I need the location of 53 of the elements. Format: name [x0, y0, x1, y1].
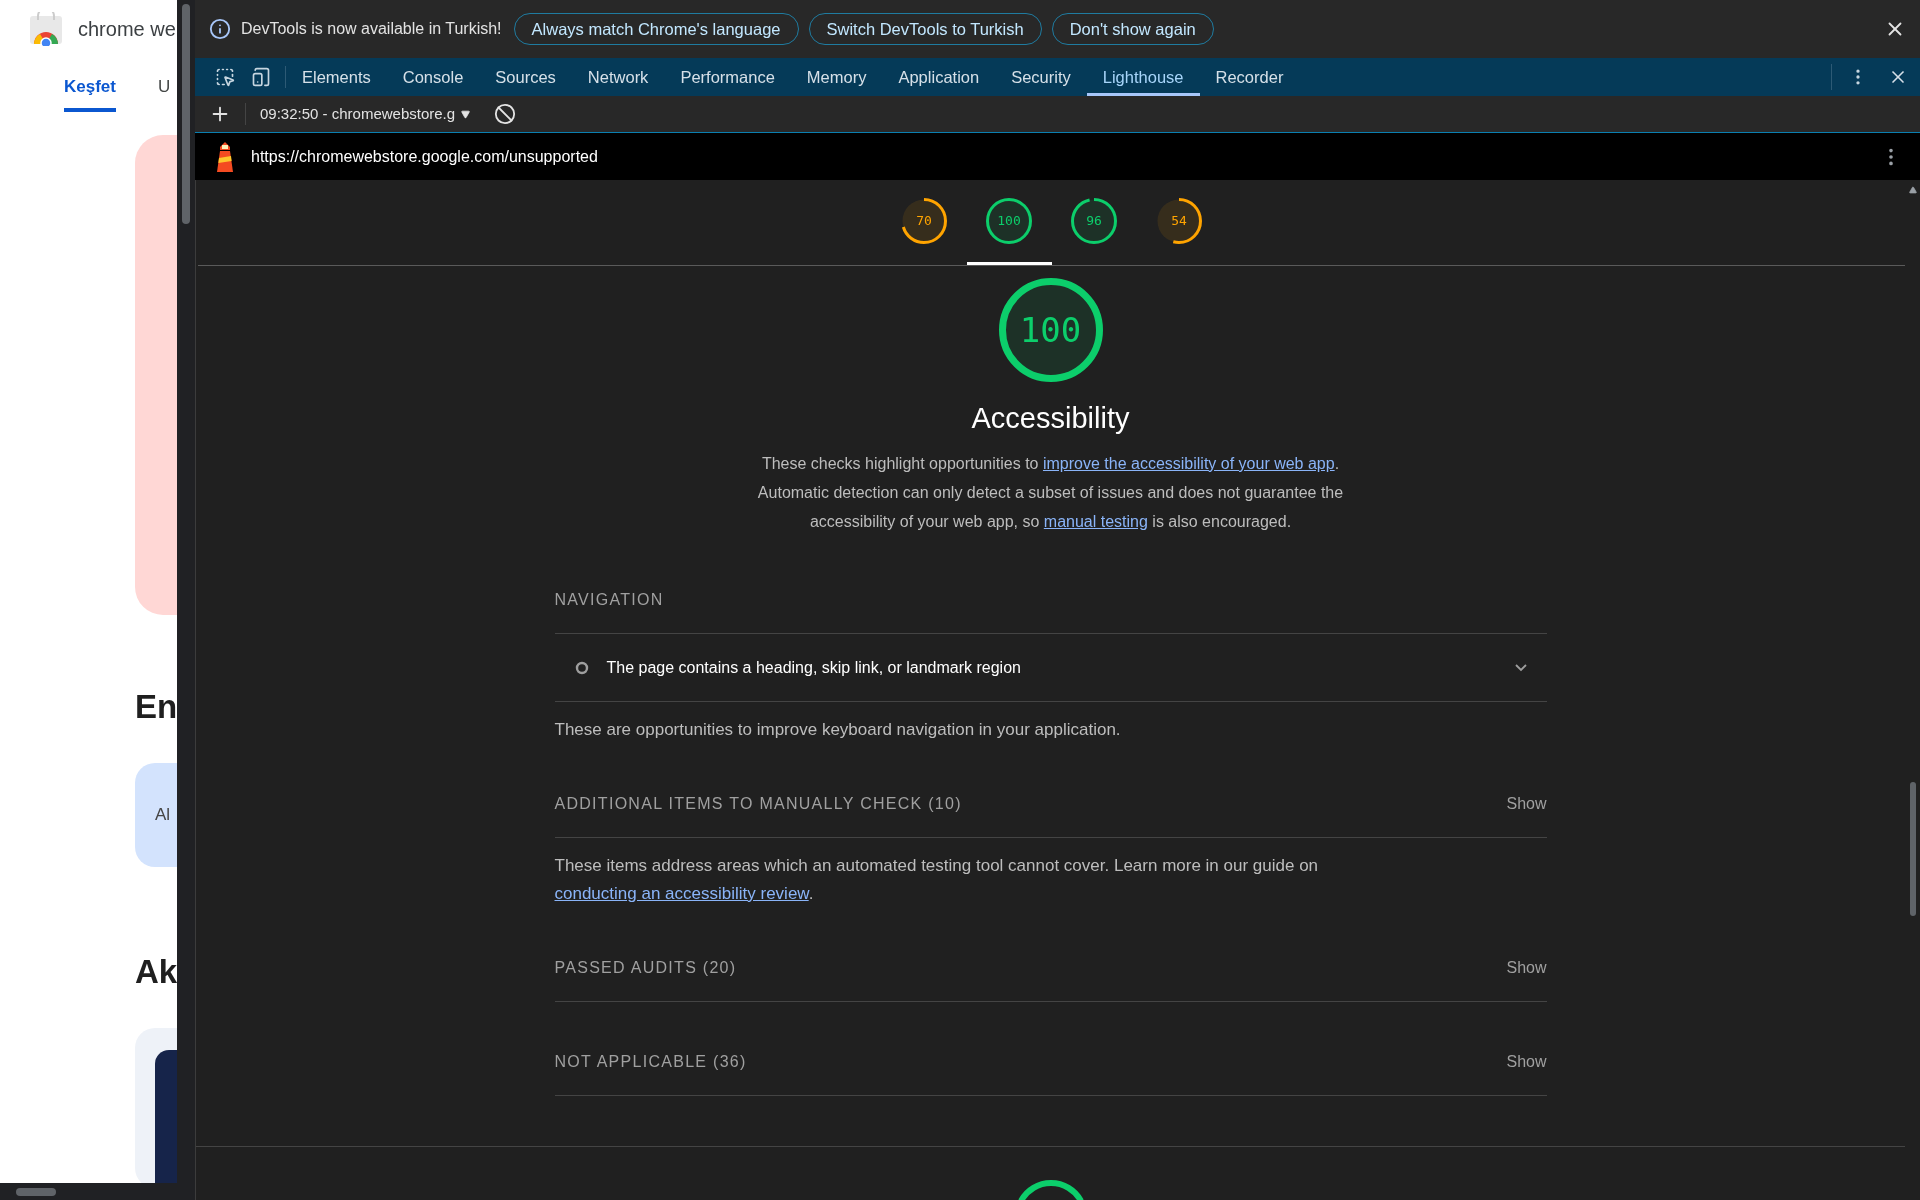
caret-icon	[461, 109, 471, 119]
gauge-ring	[1156, 198, 1202, 244]
section-heading: En	[135, 690, 177, 723]
audit-status-icon	[574, 660, 589, 675]
group-heading: NAVIGATION	[554, 589, 664, 610]
link[interactable]: improve the accessibility of your web app	[1042, 455, 1335, 472]
description-text: These items address areas which an automated testing tool cannot cover. Learn more in our guide on conducting an accessibility review.	[554, 855, 1320, 905]
group-heading: PASSED AUDITS (20)	[554, 957, 737, 978]
chevron-icon	[1514, 663, 1527, 672]
score-value: 100	[1019, 308, 1082, 352]
link[interactable]: conducting an accessibility review	[554, 884, 809, 903]
devtools-tab[interactable]: Network	[571, 58, 665, 96]
description-text: These are opportunities to improve keyboard navigation in your application.	[554, 719, 1122, 741]
score-gauge-tab[interactable]: 70	[881, 180, 967, 265]
infobar-message: DevTools is now available in Turkish!	[241, 19, 502, 39]
report-url: https://chromewebstore.google.com/unsupported	[251, 146, 598, 167]
devtools-tab[interactable]: Memory	[790, 58, 883, 96]
devtools-tab[interactable]: Console	[386, 58, 480, 96]
audit-row[interactable]: The page contains a heading, skip link, or landmark region	[554, 634, 1547, 702]
devtools-tab[interactable]: Application	[882, 58, 996, 96]
device-toolbar-icon[interactable]	[251, 67, 271, 87]
description-text: These checks highlight opportunities to improve the accessibility of your web app. Automatic detection can only detect a subset of issues and does not guarantee the accessibility of your web app, so manual testing is also encouraged.	[756, 454, 1345, 532]
score-gauge-tab[interactable]: 96	[1051, 180, 1137, 265]
devtools-tab[interactable]: Performance	[664, 58, 791, 96]
store-title: chrome we	[78, 17, 176, 42]
group-heading: ADDITIONAL ITEMS TO MANUALLY CHECK (10)	[554, 793, 962, 814]
show-toggle[interactable]: Show	[1506, 955, 1547, 980]
devtools-tab[interactable]: Security	[995, 58, 1087, 96]
devtools-tab[interactable]: Sources	[479, 58, 572, 96]
vertical-scrollbar[interactable]	[177, 0, 195, 1200]
info-icon	[209, 18, 231, 40]
section-heading: Ak	[135, 955, 177, 988]
show-toggle[interactable]: Show	[1506, 791, 1547, 816]
category-title: Accessibility	[971, 404, 1130, 433]
link[interactable]: manual testing	[1043, 513, 1148, 530]
report-dropdown[interactable]: 09:32:50 - chromewebstore.g	[260, 102, 471, 126]
show-toggle[interactable]: Show	[1506, 1049, 1547, 1074]
score-gauge-tab[interactable]: 100	[966, 180, 1052, 265]
group-heading: NOT APPLICABLE (36)	[554, 1051, 747, 1072]
scroll-up-arrow-icon[interactable]	[1908, 186, 1917, 194]
gauge-ring	[901, 198, 947, 244]
score-gauge-tab[interactable]: 54	[1136, 180, 1222, 265]
devtools-tab[interactable]: Recorder	[1199, 58, 1300, 96]
gauge-ring	[1071, 198, 1117, 244]
clear-icon[interactable]	[494, 103, 517, 125]
gauge-ring	[986, 198, 1032, 244]
store-tab[interactable]: U	[157, 74, 171, 108]
store-logo-icon	[28, 12, 64, 46]
devtools-tab[interactable]: Elements	[286, 58, 387, 96]
inspect-icon[interactable]	[215, 67, 235, 87]
category-chip[interactable]: Al	[135, 763, 177, 867]
horizontal-scrollbar[interactable]	[0, 1183, 177, 1200]
store-tab[interactable]: Keşfet	[64, 74, 116, 112]
